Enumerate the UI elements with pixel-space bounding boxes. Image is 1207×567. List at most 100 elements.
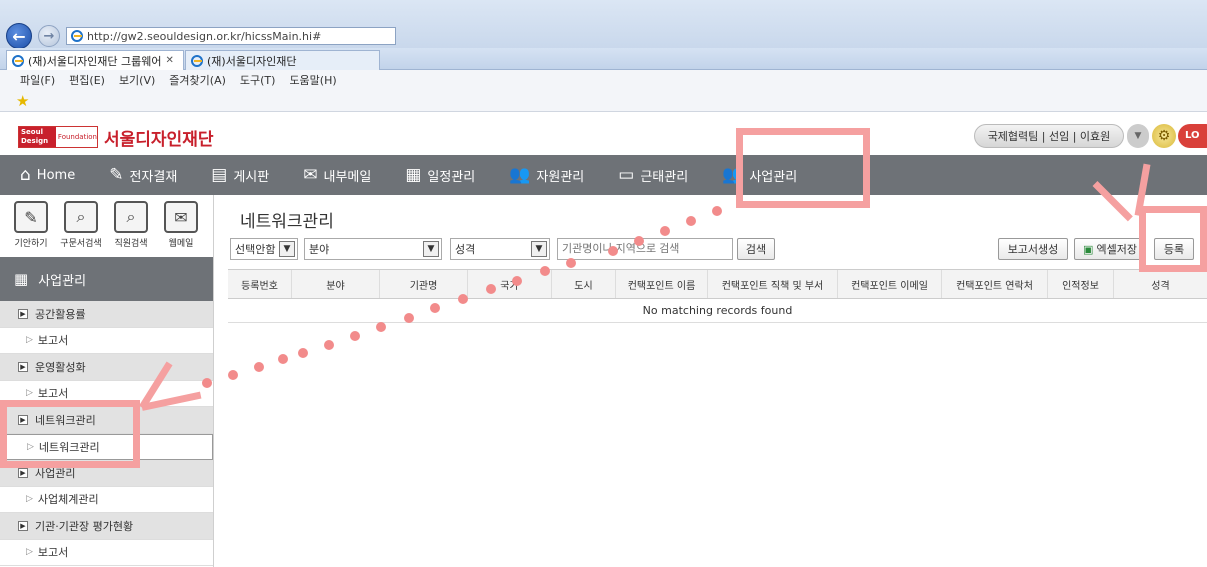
chevron-down-icon[interactable]: ▼ — [1127, 124, 1149, 148]
nav-approval[interactable]: ✎ 전자결재 — [89, 155, 191, 195]
guide-dot — [634, 236, 644, 246]
guide-dot — [608, 246, 618, 256]
menu-edit[interactable]: 편집(E) — [69, 72, 105, 88]
logo-bottom: Foundation — [57, 133, 97, 141]
column-header[interactable]: 컨택포인트 이메일 — [838, 270, 942, 298]
guide-dot — [430, 303, 440, 313]
report-button[interactable]: 보고서생성 — [998, 238, 1068, 260]
guide-dot — [686, 216, 696, 226]
column-header[interactable]: 기관명 — [380, 270, 468, 298]
nav-mail[interactable]: ✉ 내부메일 — [283, 155, 385, 195]
column-header[interactable]: 컨택포인트 연락처 — [942, 270, 1048, 298]
guide-dot — [404, 313, 414, 323]
person-search-icon: ⌕ — [114, 201, 148, 233]
logout-button[interactable]: LO — [1178, 124, 1207, 148]
menu-file[interactable]: 파일(F) — [20, 72, 55, 88]
column-header[interactable]: 컨택포인트 직책 및 부서 — [708, 270, 838, 298]
guide-dot — [298, 348, 308, 358]
quick-draft[interactable]: ✎ 기안하기 — [6, 195, 56, 257]
quick-doc-search[interactable]: ⌕ 구문서검색 — [56, 195, 106, 257]
favorites-bar: ★ — [0, 90, 1207, 112]
pen-icon: ✎ — [109, 165, 124, 185]
app-header: Seoul Design Foundation 서울디자인재단 국제협력팀 | … — [0, 113, 1207, 155]
nav-attendance[interactable]: ▭ 근태관리 — [598, 155, 702, 195]
search-input[interactable] — [557, 238, 733, 260]
user-info[interactable]: 국제협력팀 | 선임 | 이효원 — [974, 124, 1124, 148]
top-nav: ⌂ Home ✎ 전자결재 ▤ 게시판 ✉ 내부메일 ▦ 일정관리 👥 자원관리 ▭ 근태관리… — [0, 155, 1207, 195]
back-icon[interactable]: ← — [6, 23, 32, 49]
expand-icon: ▶ — [18, 361, 28, 372]
column-header[interactable]: 국가 — [468, 270, 552, 298]
excel-icon: ▣ — [1083, 242, 1094, 256]
highlight-business-nav — [736, 128, 870, 208]
menu-favorites[interactable]: 즐겨찾기(A) — [169, 72, 226, 88]
quick-staff-search[interactable]: ⌕ 직원검색 — [106, 195, 156, 257]
guide-dot — [350, 331, 360, 341]
field-dropdown[interactable]: 분야 ▼ — [304, 238, 442, 260]
sidebar-item-activation[interactable]: ▶ 운영활성화 — [0, 354, 213, 381]
quick-menu: ✎ 기안하기 ⌕ 구문서검색 ⌕ 직원검색 ✉ 웹메일 — [0, 195, 213, 257]
sidebar-item-space-usage[interactable]: ▶ 공간활용률 — [0, 301, 213, 328]
search-button[interactable]: 검색 — [737, 238, 775, 260]
sidebar: ✎ 기안하기 ⌕ 구문서검색 ⌕ 직원검색 ✉ 웹메일 ▦ 사업관리 ▶ 공간활용률 ▷ 보고… — [0, 195, 214, 567]
guide-dot — [324, 340, 334, 350]
nav-schedule[interactable]: ▦ 일정관리 — [385, 155, 489, 195]
nav-board[interactable]: ▤ 게시판 — [191, 155, 283, 195]
page-title: 네트워크관리 — [240, 212, 334, 232]
guide-dot — [712, 206, 722, 216]
column-header[interactable]: 도시 — [552, 270, 616, 298]
quick-webmail[interactable]: ✉ 웹메일 — [156, 195, 206, 257]
menu-help[interactable]: 도움말(H) — [289, 72, 336, 88]
close-icon[interactable]: ✕ — [166, 55, 174, 66]
favorites-star-icon[interactable]: ★ — [16, 92, 29, 110]
browser-toolbar: ← → http://gw2.seouldesign.or.kr/hicssMa… — [0, 0, 1207, 49]
main-content: 네트워크관리 선택안함▼ 분야▼ 성격▼ 검색 보고서생성 ▣엑셀저장 등록 등… — [228, 195, 1207, 567]
tab-groupware[interactable]: (재)서울디자인재단 그룹웨어 ✕ — [6, 50, 184, 70]
column-header[interactable]: 분야 — [292, 270, 380, 298]
column-header[interactable]: 인적정보 — [1048, 270, 1114, 298]
arrow-right-icon: ▷ — [26, 388, 33, 399]
calendar-icon: ▦ — [405, 165, 422, 185]
id-card-icon: ▭ — [618, 165, 635, 185]
document-search-icon: ⌕ — [64, 201, 98, 233]
arrow-right-icon: ▷ — [26, 335, 33, 346]
sidebar-item-report[interactable]: ▷ 보고서 — [0, 327, 213, 354]
home-icon: ⌂ — [20, 165, 31, 185]
guide-dot — [202, 378, 212, 388]
gear-icon[interactable]: ⚙ — [1152, 124, 1176, 148]
arrow-right-icon: ▷ — [26, 494, 33, 505]
table-header: 등록번호 분야 기관명 국가 도시 컨택포인트 이름 컨택포인트 직책 및 부서… — [228, 269, 1207, 299]
sidebar-item-report[interactable]: ▷ 보고서 — [0, 539, 213, 566]
column-header[interactable]: 컨택포인트 이름 — [616, 270, 708, 298]
chevron-down-icon: ▼ — [531, 241, 547, 257]
url-text: http://gw2.seouldesign.or.kr/hicssMain.h… — [87, 29, 322, 43]
menu-tools[interactable]: 도구(T) — [240, 72, 276, 88]
column-header[interactable]: 성격 — [1114, 270, 1207, 298]
logo[interactable]: Seoul Design Foundation — [18, 126, 98, 148]
nav-home[interactable]: ⌂ Home — [0, 155, 89, 195]
guide-dot — [660, 226, 670, 236]
sidebar-item-evaluation[interactable]: ▶ 기관·기관장 평가현황 — [0, 513, 213, 540]
calendar-icon: ▦ — [14, 270, 29, 288]
tab-seouldesign[interactable]: (재)서울디자인재단 — [185, 50, 380, 70]
org-name: 서울디자인재단 — [104, 130, 214, 150]
column-header[interactable]: 등록번호 — [228, 270, 292, 298]
forward-icon[interactable]: → — [38, 25, 60, 47]
nav-resource[interactable]: 👥 자원관리 — [489, 155, 598, 195]
excel-button[interactable]: ▣ 엑셀저장 — [1074, 238, 1146, 260]
expand-icon: ▶ — [18, 467, 28, 478]
expand-icon: ▶ — [18, 520, 28, 531]
select-all-dropdown[interactable]: 선택안함 ▼ — [230, 238, 298, 260]
sidebar-item-business-system[interactable]: ▷ 사업체계관리 — [0, 486, 213, 513]
arrow-right-icon: ▷ — [26, 547, 33, 558]
guide-dot — [566, 258, 576, 268]
guide-dot — [376, 322, 386, 332]
type-dropdown[interactable]: 성격 ▼ — [450, 238, 550, 260]
chevron-down-icon: ▼ — [423, 241, 439, 257]
mail-icon: ✉ — [164, 201, 198, 233]
logo-top: Seoul Design — [19, 127, 56, 147]
guide-dot — [228, 370, 238, 380]
address-bar[interactable]: http://gw2.seouldesign.or.kr/hicssMain.h… — [66, 27, 396, 45]
empty-message: No matching records found — [228, 299, 1207, 323]
menu-view[interactable]: 보기(V) — [119, 72, 155, 88]
